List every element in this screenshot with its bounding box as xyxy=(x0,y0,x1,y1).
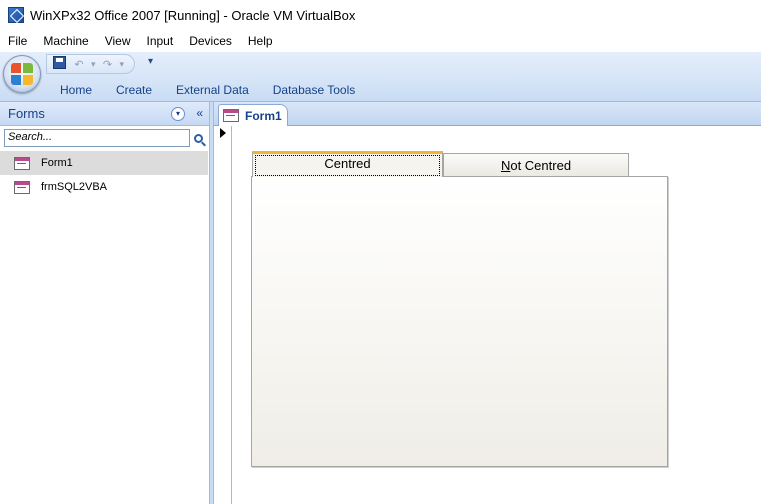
vbox-menu-bar: File Machine View Input Devices Help xyxy=(0,30,761,52)
nav-search-input[interactable]: Search... xyxy=(4,129,190,147)
tab-not-centred-label: Not Centred xyxy=(501,158,571,173)
tab-centred[interactable]: Centred xyxy=(252,151,443,177)
ribbon-tab-strip: Home Create External Data Database Tools xyxy=(48,82,367,100)
window-title: WinXPx32 Office 2007 [Running] - Oracle … xyxy=(30,7,356,23)
tab-control-page[interactable] xyxy=(251,176,668,467)
menu-help[interactable]: Help xyxy=(242,34,279,48)
menu-input[interactable]: Input xyxy=(141,34,180,48)
redo-icon[interactable]: ↷ xyxy=(100,58,116,71)
nav-item-label: Form1 xyxy=(41,157,73,169)
office-ribbon: ↶ ▾ ↷ ▾ ▾ Home Create External Data Data… xyxy=(0,52,761,102)
tab-not-centred-mnemonic: N xyxy=(500,157,511,173)
tab-external-data[interactable]: External Data xyxy=(164,82,261,100)
nav-pane-menu-icon[interactable]: ▾ xyxy=(171,107,185,121)
form-icon xyxy=(14,180,30,194)
current-record-arrow-icon xyxy=(220,128,226,138)
redo-dropdown-icon[interactable]: ▾ xyxy=(120,59,125,70)
tab-not-centred-label-rest: ot Centred xyxy=(510,157,572,173)
menu-file[interactable]: File xyxy=(2,34,33,48)
customize-qat-icon[interactable]: ▾ xyxy=(148,56,153,67)
office-button[interactable] xyxy=(3,55,41,93)
undo-icon[interactable]: ↶ xyxy=(71,58,87,71)
tab-home[interactable]: Home xyxy=(48,82,104,100)
office-logo-icon xyxy=(11,63,33,85)
menu-devices[interactable]: Devices xyxy=(183,34,238,48)
tab-create[interactable]: Create xyxy=(104,82,164,100)
document-tab-strip: Form1 xyxy=(214,102,761,126)
search-button[interactable] xyxy=(190,129,206,147)
save-icon[interactable] xyxy=(52,56,66,69)
navigation-pane: Forms ▾ « Search... Form1 frmSQL2VBA xyxy=(0,102,210,504)
tab-database-tools[interactable]: Database Tools xyxy=(261,82,368,100)
nav-pane-title: Forms xyxy=(8,106,45,121)
nav-item-label: frmSQL2VBA xyxy=(41,181,108,193)
form-icon xyxy=(14,156,30,170)
tab-not-centred[interactable]: Not Centred xyxy=(443,153,629,176)
virtualbox-icon xyxy=(8,7,24,23)
menu-machine[interactable]: Machine xyxy=(37,34,94,48)
record-selector[interactable] xyxy=(214,126,232,504)
menu-view[interactable]: View xyxy=(99,34,137,48)
shutter-bar-close-icon[interactable]: « xyxy=(196,106,203,120)
tab-centred-label: Centred xyxy=(324,156,371,171)
document-tab-label: Form1 xyxy=(245,108,282,123)
document-tab-form1[interactable]: Form1 xyxy=(218,104,288,126)
quick-access-toolbar: ↶ ▾ ↷ ▾ xyxy=(46,54,136,74)
vbox-title-bar: WinXPx32 Office 2007 [Running] - Oracle … xyxy=(0,0,761,30)
nav-item-form1[interactable]: Form1 xyxy=(0,151,208,175)
search-icon xyxy=(193,133,203,143)
nav-item-frmsql2vba[interactable]: frmSQL2VBA xyxy=(0,175,208,199)
undo-dropdown-icon[interactable]: ▾ xyxy=(91,59,96,70)
nav-pane-header[interactable]: Forms ▾ « xyxy=(0,102,209,126)
form-icon xyxy=(223,109,239,122)
nav-object-list: Form1 frmSQL2VBA xyxy=(0,151,208,199)
